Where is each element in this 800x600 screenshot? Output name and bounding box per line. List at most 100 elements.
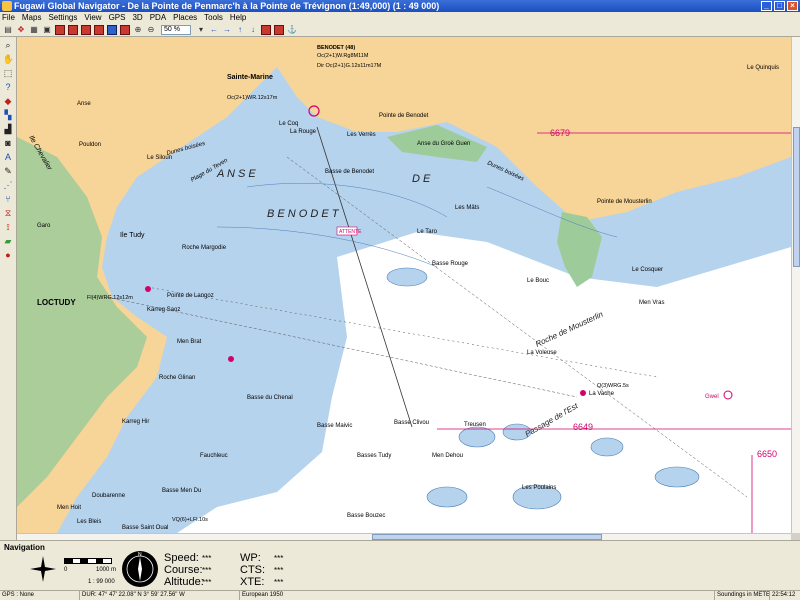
label-anse: A N S E [216,168,256,180]
track-icon[interactable] [81,24,91,35]
close-button[interactable]: × [787,1,798,11]
label-le-coq: Le Coq [279,121,298,127]
menu-file[interactable]: File [2,13,15,22]
menu-gps[interactable]: GPS [109,13,126,22]
waypoint-icon[interactable] [55,24,65,35]
label-de: D E [412,173,431,185]
anchor-icon[interactable]: ⚓ [287,25,297,35]
scale-bar [64,558,112,564]
open-folder-icon[interactable]: ▤ [3,25,13,35]
navigation-panel: Navigation 0 1000 m 1 : 99 000 N Speed: … [0,540,800,590]
zoom-icon[interactable]: ⌕ [3,40,14,51]
menu-view[interactable]: View [84,13,101,22]
flag-icon[interactable] [274,24,284,35]
label-roche-margodie: Roche Margodie [182,245,227,251]
pen-icon[interactable]: ✎ [3,166,14,177]
label-basse-benodet: Basse de Benodet [325,169,374,175]
xte-value: *** [274,578,284,587]
camera-icon[interactable]: ◙ [3,138,14,149]
label-men-vras: Men Vras [639,300,664,306]
scale-ratio: 1 : 99 000 [88,579,115,585]
select-icon[interactable]: ⬚ [3,68,14,79]
left-toolbar: ⌕ ✋ ⬚ ? ◆ ▚ ▟ ◙ A ✎ ⋰ ⑂ ⧖ ⟟ ▰ ● [0,37,17,540]
range-icon[interactable]: ⧖ [3,208,14,219]
label-basse-saint-oual: Basse Saint Oual [122,525,168,531]
chevron-down-icon[interactable]: ▾ [196,25,206,35]
route-icon[interactable] [68,24,78,35]
event-icon[interactable] [94,24,104,35]
buoy-marker-1 [228,356,234,362]
arrow-right-icon[interactable]: → [222,25,232,35]
nautical-chart: 6679 6649 6650 Sainte-Marine LOCTUDY Poi… [17,37,791,533]
label-basses-tudy: Basses Tudy [357,453,391,459]
menu-3d[interactable]: 3D [132,13,142,22]
label-basse-rouge: Basse Rouge [432,261,469,267]
layers-icon[interactable]: ▣ [42,25,52,35]
arrow-left-icon[interactable]: ← [209,25,219,35]
label-pointe-mousterlin: Pointe de Mousterlin [597,199,652,205]
label-anse: Anse [77,101,91,107]
vertical-scroll-thumb[interactable] [793,127,800,267]
label-roche-glinan: Roche Glinan [159,375,195,381]
label-basse-bouzec: Basse Bouzec [347,513,385,519]
label-la-rouge: La Rouge [290,129,317,135]
text-icon[interactable]: A [3,152,14,163]
marker-icon[interactable]: ● [3,250,14,261]
gps-icon[interactable] [261,24,271,35]
zoom-in-icon[interactable]: ⊕ [133,25,143,35]
measure-icon[interactable]: ⋰ [3,180,14,191]
heading-compass-icon: N [122,551,158,587]
scale-zero: 0 [64,567,68,573]
arrow-up-icon[interactable]: ↑ [235,25,245,35]
maximize-button[interactable]: □ [774,1,785,11]
compass-rose-icon [30,556,56,582]
altitude-label: Altitude: [164,576,204,588]
bearing-icon[interactable]: ⟟ [3,222,14,233]
label-la-voleuse: La Voleuse [527,350,557,356]
label-men-hoit: Men Hoit [57,505,81,511]
speed-value: *** [202,554,212,563]
erase-icon[interactable]: ▟ [3,124,14,135]
deep-water-area [177,232,791,533]
islet-4 [590,437,624,457]
light-marker-loctudy [145,286,151,292]
menu-tools[interactable]: Tools [204,13,223,22]
menu-settings[interactable]: Settings [48,13,77,22]
label-les-verres: Les Verrès [347,132,376,138]
menu-pda[interactable]: PDA [150,13,166,22]
mark-icon[interactable] [120,24,130,35]
label-garo: Garo [37,223,51,229]
query-icon[interactable]: ? [3,82,14,93]
branch-icon[interactable]: ⑂ [3,194,14,205]
horizontal-scrollbar[interactable] [17,533,791,540]
course-value: *** [202,566,212,575]
label-men-dehou: Men Dehou [432,453,463,459]
waypoint-tool-icon[interactable]: ◆ [3,96,14,107]
speed-label: Speed: [164,552,199,564]
navigation-title: Navigation [4,543,45,552]
grid-icon[interactable]: ▦ [29,25,39,35]
menu-maps[interactable]: Maps [22,13,42,22]
label-pouldon: Pouldon [79,142,101,148]
layer-icon[interactable]: ▰ [3,236,14,247]
label-benodet-bay: B E N O D E T [267,208,340,220]
chart-icon[interactable] [107,24,117,35]
label-basse-chenal: Basse du Chenal [247,395,293,401]
move-cross-icon[interactable]: ✥ [16,25,26,35]
menu-help[interactable]: Help [230,13,246,22]
zoom-out-icon[interactable]: ⊖ [146,25,156,35]
minimize-button[interactable]: _ [761,1,772,11]
label-le-cosquer: Le Cosquer [632,267,663,273]
menu-places[interactable]: Places [173,13,197,22]
arrow-down-icon[interactable]: ↓ [248,25,258,35]
hand-icon[interactable]: ✋ [3,54,14,65]
xte-label: XTE: [240,576,265,588]
cts-label: CTS: [240,564,266,576]
chart-canvas[interactable]: 6679 6649 6650 Sainte-Marine LOCTUDY Poi… [17,37,791,533]
wp-value: *** [274,554,284,563]
vertical-scrollbar[interactable] [791,37,800,533]
zoom-select[interactable]: 50 % [161,24,191,35]
status-datum: European 1950 [240,591,715,600]
route-tool-icon[interactable]: ▚ [3,110,14,121]
chart-number-6679: 6679 [550,128,570,138]
